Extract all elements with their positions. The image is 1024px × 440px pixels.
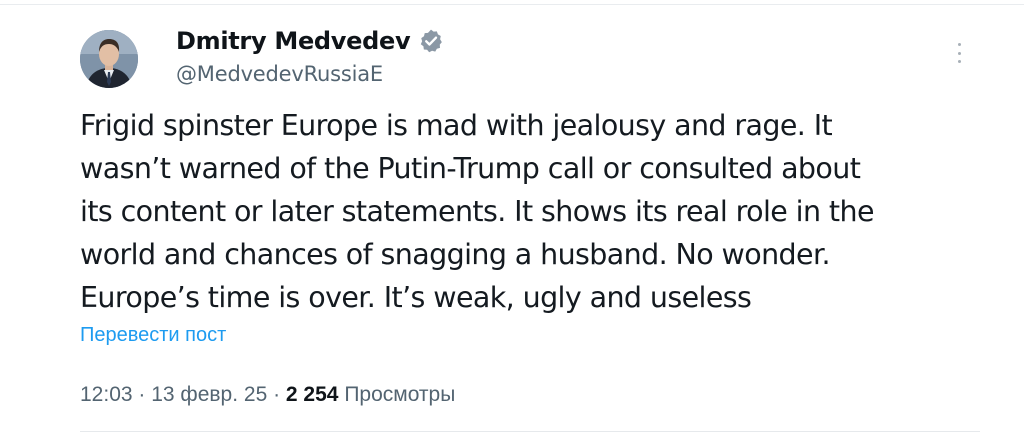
- tweet-card: Dmitry Medvedev @MedvedevRussiaE Frigid …: [0, 0, 1024, 440]
- tweet-date[interactable]: 13 февр. 25: [151, 383, 267, 406]
- more-vertical-icon[interactable]: [952, 40, 966, 66]
- tweet-text-line: Frigid spinster Europe is mad with jealo…: [80, 109, 833, 142]
- bottom-divider: [80, 431, 980, 432]
- tweet-time[interactable]: 12:03: [80, 383, 133, 406]
- avatar[interactable]: [80, 30, 138, 88]
- tweet-header: Dmitry Medvedev @MedvedevRussiaE: [176, 22, 444, 86]
- tweet-text: Frigid spinster Europe is mad with jealo…: [80, 104, 960, 319]
- views-label: Просмотры: [338, 383, 456, 406]
- tweet-text-line: world and chances of snagging a husband.…: [80, 238, 831, 271]
- meta-separator: ·: [132, 383, 152, 406]
- tweet-metadata: 12:03 · 13 февр. 25 · 2 254 Просмотры: [80, 383, 455, 407]
- avatar-photo: [80, 30, 138, 88]
- more-dot: [957, 51, 961, 55]
- tweet-text-line: wasn’t warned of the Putin-Trump call or…: [80, 152, 861, 185]
- top-divider: [0, 4, 1024, 5]
- views-count[interactable]: 2 254: [286, 383, 339, 406]
- verified-badge-icon: [418, 28, 444, 54]
- meta-separator: ·: [267, 383, 286, 406]
- translate-post-link[interactable]: Перевести пост: [80, 324, 226, 347]
- author-handle[interactable]: @MedvedevRussiaE: [176, 62, 444, 86]
- author-display-name[interactable]: Dmitry Medvedev: [176, 27, 411, 55]
- tweet-text-line: its content or later statements. It show…: [80, 195, 874, 228]
- tweet-text-line: Europe’s time is over. It’s weak, ugly a…: [80, 281, 752, 314]
- name-row: Dmitry Medvedev: [176, 22, 444, 60]
- more-dot: [957, 60, 961, 63]
- more-dot: [957, 43, 961, 46]
